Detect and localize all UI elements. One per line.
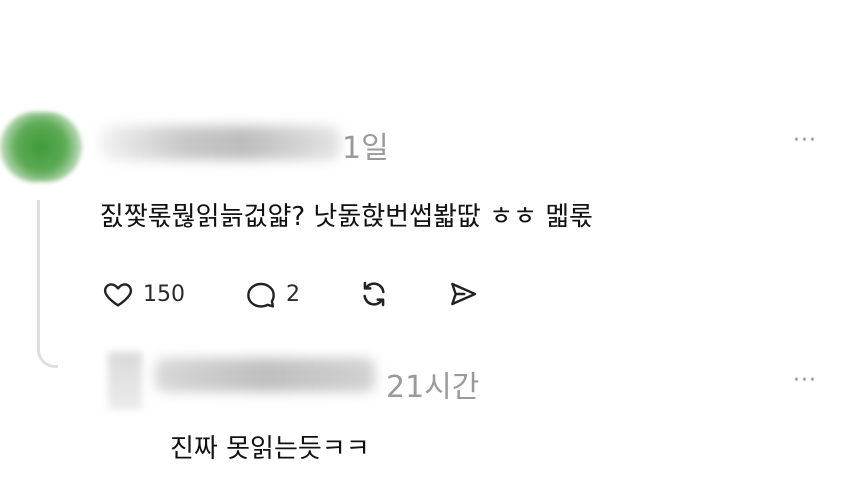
like-button[interactable]: 150 bbox=[101, 278, 185, 310]
more-options-icon[interactable]: ··· bbox=[793, 368, 817, 393]
comment-time: 1일 bbox=[342, 131, 389, 166]
avatar[interactable] bbox=[108, 352, 142, 410]
share-button[interactable] bbox=[446, 278, 480, 310]
comment-time: 21시간 bbox=[386, 370, 480, 405]
username-redacted[interactable] bbox=[100, 126, 340, 160]
comment-icon bbox=[247, 282, 275, 308]
send-icon bbox=[451, 282, 477, 306]
reply-button[interactable]: 2 bbox=[244, 278, 300, 310]
repost-button[interactable] bbox=[357, 278, 391, 310]
more-options-icon[interactable]: ··· bbox=[793, 128, 817, 153]
thread-connector-line bbox=[37, 200, 58, 368]
avatar[interactable] bbox=[0, 112, 82, 182]
username-redacted[interactable] bbox=[155, 358, 375, 392]
comment-text: 진짜 못읽는듯ㅋㅋ bbox=[170, 434, 370, 464]
heart-icon bbox=[103, 283, 133, 307]
comment-text: 짌짳롟뭖읽늙겂얇? 낫돐핝번썹봛땂 ㅎㅎ 멟롟 bbox=[100, 202, 594, 232]
like-count: 150 bbox=[143, 281, 185, 307]
repost-icon bbox=[363, 281, 385, 307]
reply-count: 2 bbox=[286, 281, 300, 307]
